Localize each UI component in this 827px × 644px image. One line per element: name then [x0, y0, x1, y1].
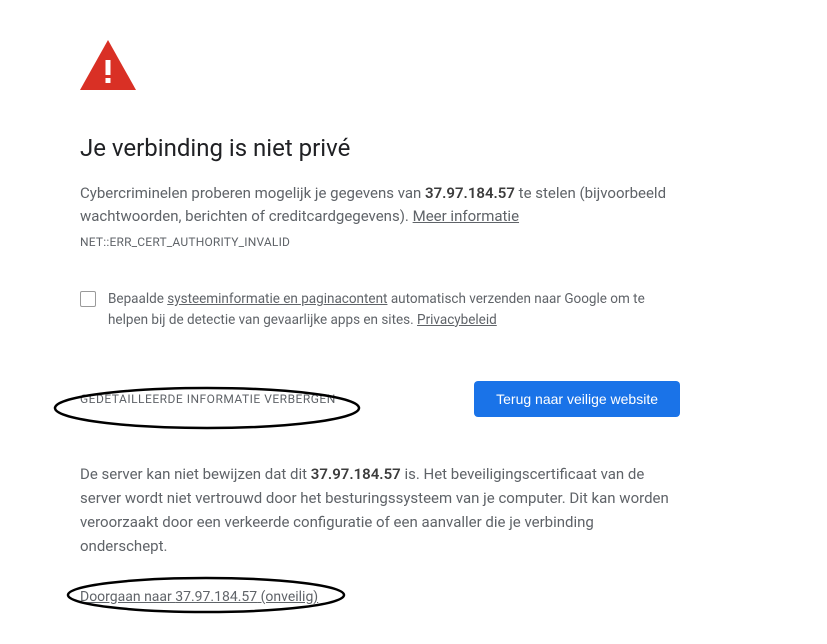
details-before: De server kan niet bewijzen dat dit: [80, 465, 311, 483]
page-title: Je verbinding is niet privé: [80, 134, 680, 162]
back-to-safety-button[interactable]: Terug naar veilige website: [474, 381, 680, 417]
optin-before: Bepaalde: [108, 291, 167, 307]
desc-text-before: Cybercriminelen proberen mogelijk je geg…: [80, 184, 425, 202]
proceed-before: Doorgaan naar: [80, 589, 175, 605]
opt-in-checkbox[interactable]: [80, 291, 96, 307]
proceed-unsafe-link[interactable]: Doorgaan naar 37.97.184.57 (onveilig): [80, 589, 318, 605]
opt-in-row: Bepaalde systeeminformatie en paginacont…: [80, 289, 680, 331]
details-host: 37.97.184.57: [311, 465, 401, 483]
error-code: NET::ERR_CERT_AUTHORITY_INVALID: [80, 235, 680, 249]
proceed-host: 37.97.184.57: [175, 589, 257, 605]
hostname: 37.97.184.57: [425, 184, 515, 202]
button-row: GEDETAILLEERDE INFORMATIE VERBERGEN Teru…: [80, 381, 680, 417]
details-explanation: De server kan niet bewijzen dat dit 37.9…: [80, 462, 680, 558]
system-info-link[interactable]: systeeminformatie en paginacontent: [167, 291, 387, 307]
ssl-interstitial: Je verbinding is niet privé Cybercrimine…: [0, 0, 760, 605]
privacy-policy-link[interactable]: Privacybeleid: [417, 312, 497, 328]
proceed-after: (onveilig): [257, 589, 318, 605]
warning-triangle-icon: [80, 40, 680, 94]
warning-description: Cybercriminelen proberen mogelijk je geg…: [80, 182, 680, 227]
hide-details-button[interactable]: GEDETAILLEERDE INFORMATIE VERBERGEN: [80, 386, 336, 412]
opt-in-label: Bepaalde systeeminformatie en paginacont…: [108, 289, 680, 331]
learn-more-link[interactable]: Meer informatie: [413, 207, 519, 225]
